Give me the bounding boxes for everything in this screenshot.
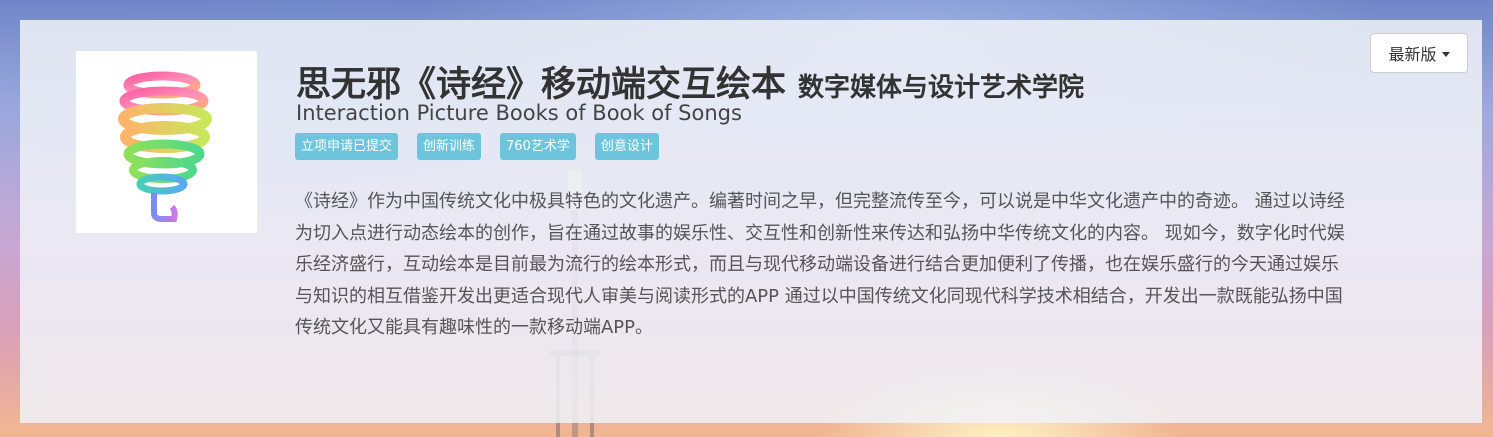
version-dropdown-button[interactable]: 最新版 (1370, 33, 1468, 73)
project-title-row: 思无邪《诗经》移动端交互绘本 数字媒体与设计艺术学院 (296, 56, 1084, 107)
project-logo (76, 51, 257, 233)
tag-discipline: 760艺术学 (500, 133, 576, 160)
caret-down-icon (1441, 51, 1450, 57)
project-tags: 立项申请已提交 创新训练 760艺术学 创意设计 (295, 133, 659, 160)
project-title: 思无邪《诗经》移动端交互绘本 (296, 65, 787, 105)
project-college: 数字媒体与设计艺术学院 (798, 73, 1085, 103)
tag-category: 创新训练 (417, 133, 482, 160)
spiral-balloon-logo-icon (118, 71, 212, 222)
project-description: 《诗经》作为中国传统文化中极具特色的文化遗产。编著时间之早，但完整流传至今，可以… (295, 191, 1345, 338)
tag-status: 立项申请已提交 (295, 133, 399, 160)
tag-field: 创意设计 (594, 133, 659, 160)
version-dropdown-label: 最新版 (1388, 45, 1437, 64)
project-title-english: Interaction Picture Books of Book of Son… (296, 101, 742, 125)
